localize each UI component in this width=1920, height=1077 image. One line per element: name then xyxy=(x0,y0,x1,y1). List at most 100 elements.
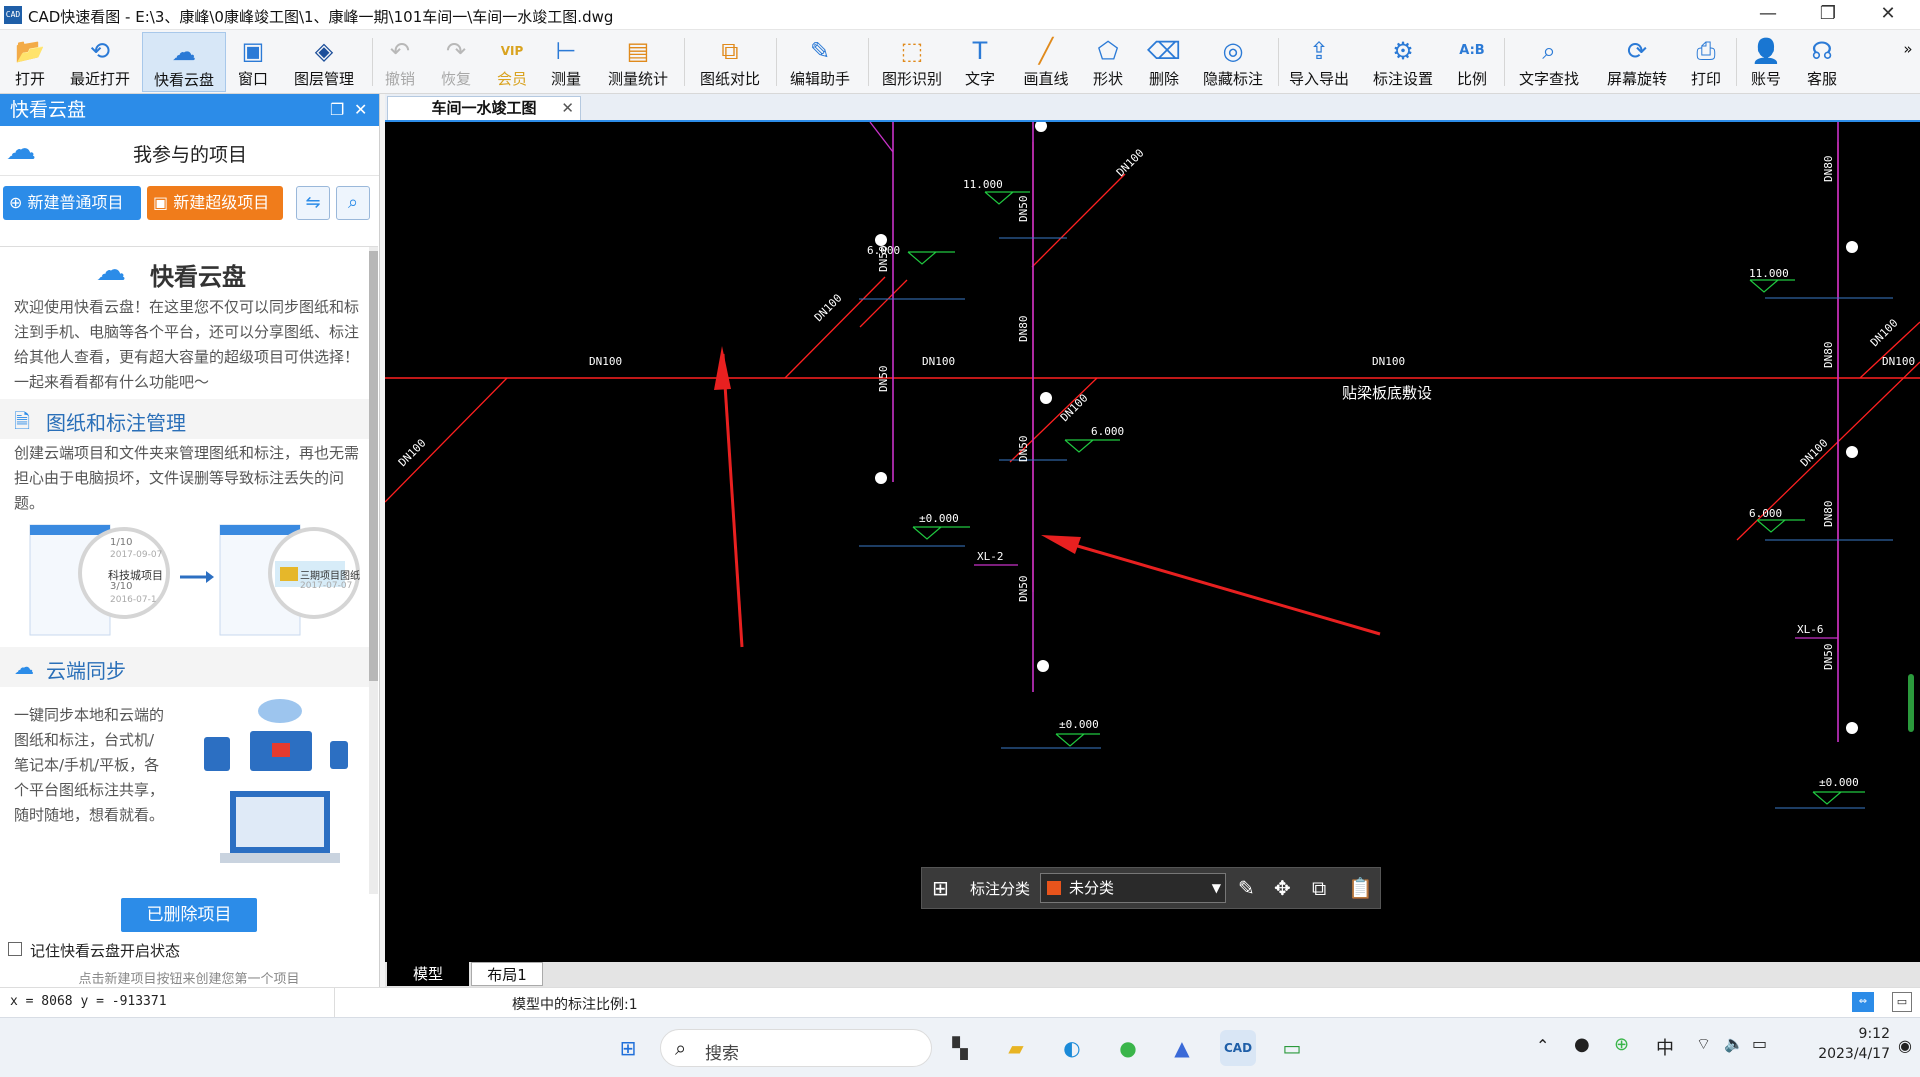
scale-icon: A:B xyxy=(1459,43,1485,58)
project-header-title: 我参与的项目 xyxy=(132,144,247,166)
ime-indicator[interactable]: 中 xyxy=(1656,1034,1674,1060)
undo-button[interactable]: ↶ 撤销 xyxy=(380,32,420,92)
new-normal-project-button[interactable]: ⊕ 新建普通项目 xyxy=(3,186,141,220)
scale-button[interactable]: A:B 比例 xyxy=(1452,32,1492,92)
arrow-head xyxy=(1041,535,1081,554)
wifi-icon[interactable]: ⌔ xyxy=(1696,1034,1711,1054)
tray-chevron-icon[interactable]: ⌃ xyxy=(1536,1036,1549,1055)
tray-app-icon[interactable]: ⊕ xyxy=(1614,1034,1629,1055)
history-icon: ⟲ xyxy=(89,37,111,65)
edit-assistant-button[interactable]: ✎ 编辑助手 xyxy=(786,32,854,92)
panel-scroll-area[interactable]: ☁ 快看云盘 欢迎使用快看云盘！在这里您不仅可以同步图纸和标注到手机、电脑等各个… xyxy=(0,246,378,894)
management-illustration: 1/10 2017-09-07 科技城项目 3/10 2016-07-1 三期项… xyxy=(0,517,378,647)
ruler-icon: ⊢ xyxy=(555,37,577,65)
account-button[interactable]: 👤 账号 xyxy=(1746,32,1786,92)
copy-icon[interactable]: ⧉ xyxy=(1312,876,1326,900)
close-panel-icon[interactable]: ✕ xyxy=(354,94,367,126)
restore-button[interactable]: ❐ xyxy=(1800,0,1856,30)
elevation-markers xyxy=(907,191,1865,805)
grid-icon[interactable]: ⊞ xyxy=(932,876,949,900)
layer-manager-button[interactable]: ◈ 图层管理 xyxy=(286,32,362,92)
minimize-button[interactable]: — xyxy=(1740,0,1796,30)
sync-button[interactable]: ⇋ xyxy=(296,186,330,220)
clock-date[interactable]: 2023/4/17 xyxy=(1790,1046,1890,1062)
screen-app-icon: ▭ xyxy=(1282,1036,1302,1060)
close-tab-icon[interactable]: ✕ xyxy=(561,97,574,119)
annotation-class-select[interactable]: 未分类 ▼ xyxy=(1040,873,1226,903)
volume-icon[interactable]: 🔈 xyxy=(1724,1034,1744,1053)
toolbar-more-button[interactable]: » xyxy=(1900,40,1916,100)
measure-button[interactable]: ⊢ 测量 xyxy=(546,32,586,92)
new-super-project-button[interactable]: ▣ 新建超级项目 xyxy=(147,186,283,220)
redo-button[interactable]: ↷ 恢复 xyxy=(436,32,476,92)
zoom-indicator[interactable] xyxy=(1908,674,1914,732)
paste-icon[interactable]: 📋 xyxy=(1348,876,1373,900)
measure-stats-button[interactable]: ▤ 测量统计 xyxy=(604,32,672,92)
print-button[interactable]: ⎙ 打印 xyxy=(1686,32,1726,92)
tab-layout1[interactable]: 布局1 xyxy=(471,962,543,986)
remember-checkbox[interactable] xyxy=(8,942,22,956)
panel-footer: 已删除项目 记住快看云盘开启状态 点击新建项目按钮来创建您第一个项目 xyxy=(0,894,378,987)
drawing-area: 车间一水竣工图 ✕ DN100 DN100 DN100 DN100 6.000 … xyxy=(385,94,1920,987)
start-button[interactable]: ⊞ xyxy=(610,1030,646,1066)
app-button-2[interactable]: ▲ xyxy=(1164,1030,1200,1066)
import-export-button[interactable]: ⇪ 导入导出 xyxy=(1284,32,1354,92)
edge-button[interactable]: ◐ xyxy=(1054,1030,1090,1066)
clock-time[interactable]: 9:12 xyxy=(1820,1026,1890,1042)
window-button[interactable]: ▣ 窗口 xyxy=(232,32,274,92)
notification-icon[interactable]: ◉ xyxy=(1898,1036,1912,1055)
app-button-3[interactable]: ▭ xyxy=(1274,1030,1310,1066)
svg-text:DN100: DN100 xyxy=(396,437,429,470)
svg-text:DN100: DN100 xyxy=(1882,355,1915,368)
shape-button[interactable]: ⬠ 形状 xyxy=(1088,32,1128,92)
svg-text:DN80: DN80 xyxy=(1822,501,1835,528)
card-title: 快看云盘 xyxy=(150,263,246,291)
delete-button[interactable]: ⌫ 删除 xyxy=(1144,32,1184,92)
compare-button[interactable]: ⧉ 图纸对比 xyxy=(696,32,764,92)
task-view-button[interactable]: ▚ xyxy=(942,1030,978,1066)
cad-taskbar-button[interactable]: CAD xyxy=(1220,1030,1256,1066)
draw-line-button[interactable]: ╱ 画直线 xyxy=(1018,32,1074,92)
panel-toggle-icon[interactable]: ▭ xyxy=(1892,992,1912,1012)
customer-service-button[interactable]: ☊ 客服 xyxy=(1802,32,1842,92)
document-tab[interactable]: 车间一水竣工图 ✕ xyxy=(387,96,581,120)
search-icon: ⌕ xyxy=(675,1036,687,1060)
taskbar-search[interactable]: ⌕ 搜索 xyxy=(660,1029,932,1067)
text-button[interactable]: T 文字 xyxy=(960,32,1000,92)
annotation-settings-button[interactable]: ⚙ 标注设置 xyxy=(1368,32,1438,92)
cloud-disk-button[interactable]: ☁ 快看云盘 xyxy=(142,32,226,92)
move-icon[interactable]: ✥ xyxy=(1274,876,1291,900)
recent-button[interactable]: ⟲ 最近打开 xyxy=(64,32,136,92)
account-icon: 👤 xyxy=(1751,37,1781,65)
deleted-projects-button[interactable]: 已删除项目 xyxy=(121,898,257,932)
rotate-screen-button[interactable]: ⟳ 屏幕旋转 xyxy=(1602,32,1672,92)
edit-annotation-icon[interactable]: ✎ xyxy=(1238,876,1255,900)
app-leaf-icon: ● xyxy=(1119,1036,1137,1060)
battery-icon[interactable]: ▭ xyxy=(1752,1034,1767,1053)
cad-viewport[interactable]: DN100 DN100 DN100 DN100 6.000 11.000 ±0.… xyxy=(385,122,1920,962)
folder-icon: 📂 xyxy=(15,37,45,65)
panel-scrollbar[interactable] xyxy=(369,247,378,894)
shape-recognition-button[interactable]: ⬚ 图形识别 xyxy=(878,32,946,92)
import-export-icon: ⇪ xyxy=(1308,37,1330,65)
chevron-down-icon: ▼ xyxy=(1211,881,1221,895)
file-explorer-button[interactable]: ▰ xyxy=(998,1030,1034,1066)
scrollbar-thumb[interactable] xyxy=(369,251,378,681)
view-mode-icon[interactable]: ⇔ xyxy=(1852,992,1874,1012)
svg-text:6.000: 6.000 xyxy=(1749,507,1782,520)
riser-offset xyxy=(869,122,894,153)
search-button[interactable]: ⌕ xyxy=(336,186,370,220)
close-button[interactable]: ✕ xyxy=(1860,0,1916,30)
app-button-1[interactable]: ● xyxy=(1110,1030,1146,1066)
float-panel-icon[interactable]: ❐ xyxy=(330,94,344,126)
qq-icon[interactable]: ● xyxy=(1574,1034,1590,1055)
hide-annotation-button[interactable]: ◎ 隐藏标注 xyxy=(1198,32,1268,92)
undo-icon: ↶ xyxy=(389,37,411,65)
svg-text:DN80: DN80 xyxy=(1822,156,1835,183)
tab-model[interactable]: 模型 xyxy=(387,962,469,986)
vip-button[interactable]: VIP 会员 xyxy=(492,32,532,92)
toolbar-divider xyxy=(1278,38,1279,86)
text-search-button[interactable]: ⌕ 文字查找 xyxy=(1514,32,1584,92)
open-button[interactable]: 📂 打开 xyxy=(4,32,56,92)
cad-app-icon: CAD xyxy=(1223,1041,1253,1055)
